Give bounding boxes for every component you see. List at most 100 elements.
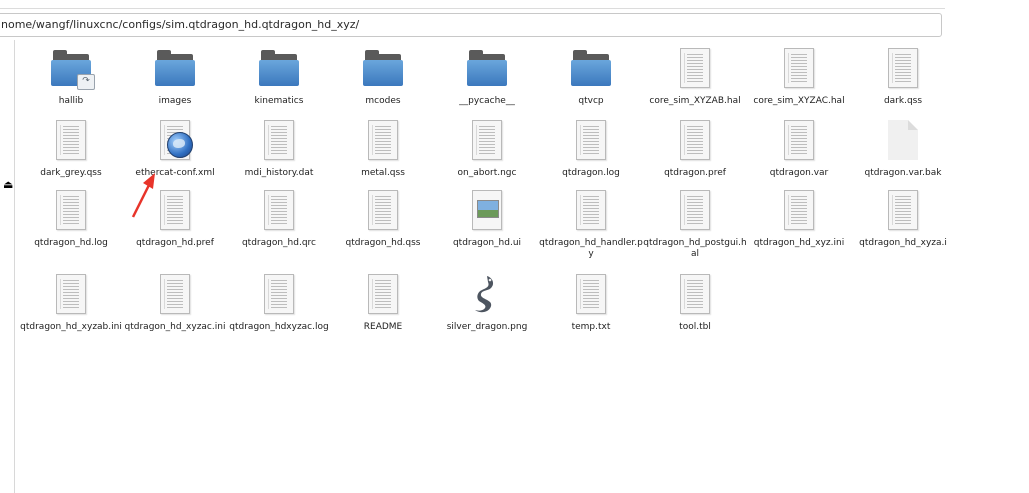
sidebar-divider	[14, 40, 15, 493]
text-file-icon	[259, 274, 299, 318]
file-item[interactable]: qtdragon_hd_xyza.i	[851, 188, 955, 268]
folder-icon	[467, 48, 507, 92]
file-item[interactable]: ↷ hallib	[19, 46, 123, 126]
red-annotation-arrow-icon	[131, 173, 155, 218]
text-file-icon	[51, 120, 91, 164]
text-file-icon	[363, 120, 403, 164]
text-file-icon	[363, 274, 403, 318]
file-name-label: qtvcp	[578, 96, 604, 106]
file-name-label: qtdragon_hd_xyzac.ini	[124, 322, 226, 332]
text-file-icon	[883, 48, 923, 92]
file-item[interactable]: qtdragon_hd_handler.py	[539, 188, 643, 268]
text-file-icon	[675, 48, 715, 92]
file-name-label: qtdragon_hd_xyza.i	[859, 238, 947, 248]
file-item[interactable]: images	[123, 46, 227, 126]
text-file-icon	[571, 190, 611, 234]
file-item[interactable]: core_sim_XYZAB.hal	[643, 46, 747, 126]
file-item[interactable]: qtdragon_hd.log	[19, 188, 123, 268]
file-name-label: silver_dragon.png	[446, 322, 528, 332]
file-name-label: README	[363, 322, 403, 332]
file-name-label: core_sim_XYZAC.hal	[753, 96, 845, 106]
file-name-label: dark_grey.qss	[40, 168, 102, 178]
text-file-icon	[467, 120, 507, 164]
file-name-label: qtdragon_hd.qss	[345, 238, 421, 248]
file-item[interactable]: qtdragon_hd.qrc	[227, 188, 331, 268]
file-item[interactable]: qtdragon.var.bak	[851, 118, 955, 198]
file-name-label: qtdragon_hd_handler.py	[539, 238, 643, 259]
file-item[interactable]: qtdragon_hd_xyzab.ini	[19, 272, 123, 352]
folder-icon	[571, 48, 611, 92]
eject-icon[interactable]: ⏏	[3, 179, 13, 190]
folder-link-icon: ↷	[51, 48, 95, 92]
file-name-label: qtdragon_hd_postgui.hal	[643, 238, 747, 259]
text-file-icon	[259, 120, 299, 164]
file-item[interactable]: on_abort.ngc	[435, 118, 539, 198]
text-file-icon	[363, 190, 403, 234]
text-file-icon	[883, 190, 923, 234]
text-file-icon	[571, 120, 611, 164]
file-name-label: qtdragon.var	[769, 168, 829, 178]
file-name-label: hallib	[58, 96, 84, 106]
file-item[interactable]: qtdragon.log	[539, 118, 643, 198]
file-item[interactable]: qtdragon_hd_xyz.ini	[747, 188, 851, 268]
text-file-icon	[675, 274, 715, 318]
file-item[interactable]: dark_grey.qss	[19, 118, 123, 198]
file-name-label: kinematics	[254, 96, 304, 106]
file-name-label: qtdragon.log	[562, 168, 620, 178]
file-name-label: qtdragon_hdxyzac.log	[229, 322, 329, 332]
file-name-label: qtdragon_hd.pref	[136, 238, 214, 248]
text-file-icon	[155, 190, 195, 234]
text-file-icon	[51, 190, 91, 234]
file-item[interactable]: qtdragon_hd_postgui.hal	[643, 188, 747, 268]
text-file-icon	[51, 274, 91, 318]
blank-file-icon	[883, 120, 923, 164]
folder-icon	[259, 48, 299, 92]
folder-icon	[155, 48, 195, 92]
location-path-text: nome/wangf/linuxcnc/configs/sim.qtdragon…	[1, 18, 360, 31]
text-file-icon	[779, 48, 819, 92]
file-name-label: metal.qss	[361, 168, 405, 178]
file-item[interactable]: README	[331, 272, 435, 352]
file-name-label: mcodes	[365, 96, 401, 106]
text-file-icon	[675, 190, 715, 234]
text-file-icon	[779, 190, 819, 234]
xml-file-icon	[155, 120, 195, 164]
file-item[interactable]: mcodes	[331, 46, 435, 126]
file-name-label: mdi_history.dat	[244, 168, 314, 178]
file-item[interactable]: silver_dragon.png	[435, 272, 539, 352]
file-name-label: qtdragon_hd.log	[34, 238, 108, 248]
file-item[interactable]: qtdragon_hdxyzac.log	[227, 272, 331, 352]
file-name-label: qtdragon.var.bak	[864, 168, 942, 178]
location-bar[interactable]: nome/wangf/linuxcnc/configs/sim.qtdragon…	[0, 13, 942, 37]
toolbar-separator	[0, 8, 945, 9]
file-name-label: dark.qss	[883, 96, 923, 106]
text-file-icon	[779, 120, 819, 164]
file-item[interactable]: dark.qss	[851, 46, 955, 126]
file-item[interactable]: mdi_history.dat	[227, 118, 331, 198]
file-item[interactable]: qtdragon_hd.ui	[435, 188, 539, 268]
file-item[interactable]: qtvcp	[539, 46, 643, 126]
file-item[interactable]: kinematics	[227, 46, 331, 126]
file-item[interactable]: core_sim_XYZAC.hal	[747, 46, 851, 126]
file-name-label: tool.tbl	[679, 322, 711, 332]
file-item[interactable]: __pycache__	[435, 46, 539, 126]
file-item[interactable]: qtdragon_hd.qss	[331, 188, 435, 268]
file-name-label: images	[158, 96, 192, 106]
dragon-image-icon	[467, 274, 507, 318]
file-item[interactable]: qtdragon.var	[747, 118, 851, 198]
image-file-icon	[467, 190, 507, 234]
file-name-label: qtdragon_hd.qrc	[241, 238, 317, 248]
folder-icon	[363, 48, 403, 92]
file-name-label: qtdragon.pref	[664, 168, 726, 178]
file-name-label: on_abort.ngc	[457, 168, 517, 178]
file-item[interactable]: metal.qss	[331, 118, 435, 198]
text-file-icon	[259, 190, 299, 234]
file-item[interactable]: qtdragon.pref	[643, 118, 747, 198]
file-name-label: temp.txt	[571, 322, 611, 332]
text-file-icon	[675, 120, 715, 164]
file-item[interactable]: qtdragon_hd_xyzac.ini	[123, 272, 227, 352]
file-name-label: qtdragon_hd.ui	[452, 238, 522, 248]
file-name-label: qtdragon_hd_xyz.ini	[753, 238, 845, 248]
file-item[interactable]: tool.tbl	[643, 272, 747, 352]
file-item[interactable]: temp.txt	[539, 272, 643, 352]
